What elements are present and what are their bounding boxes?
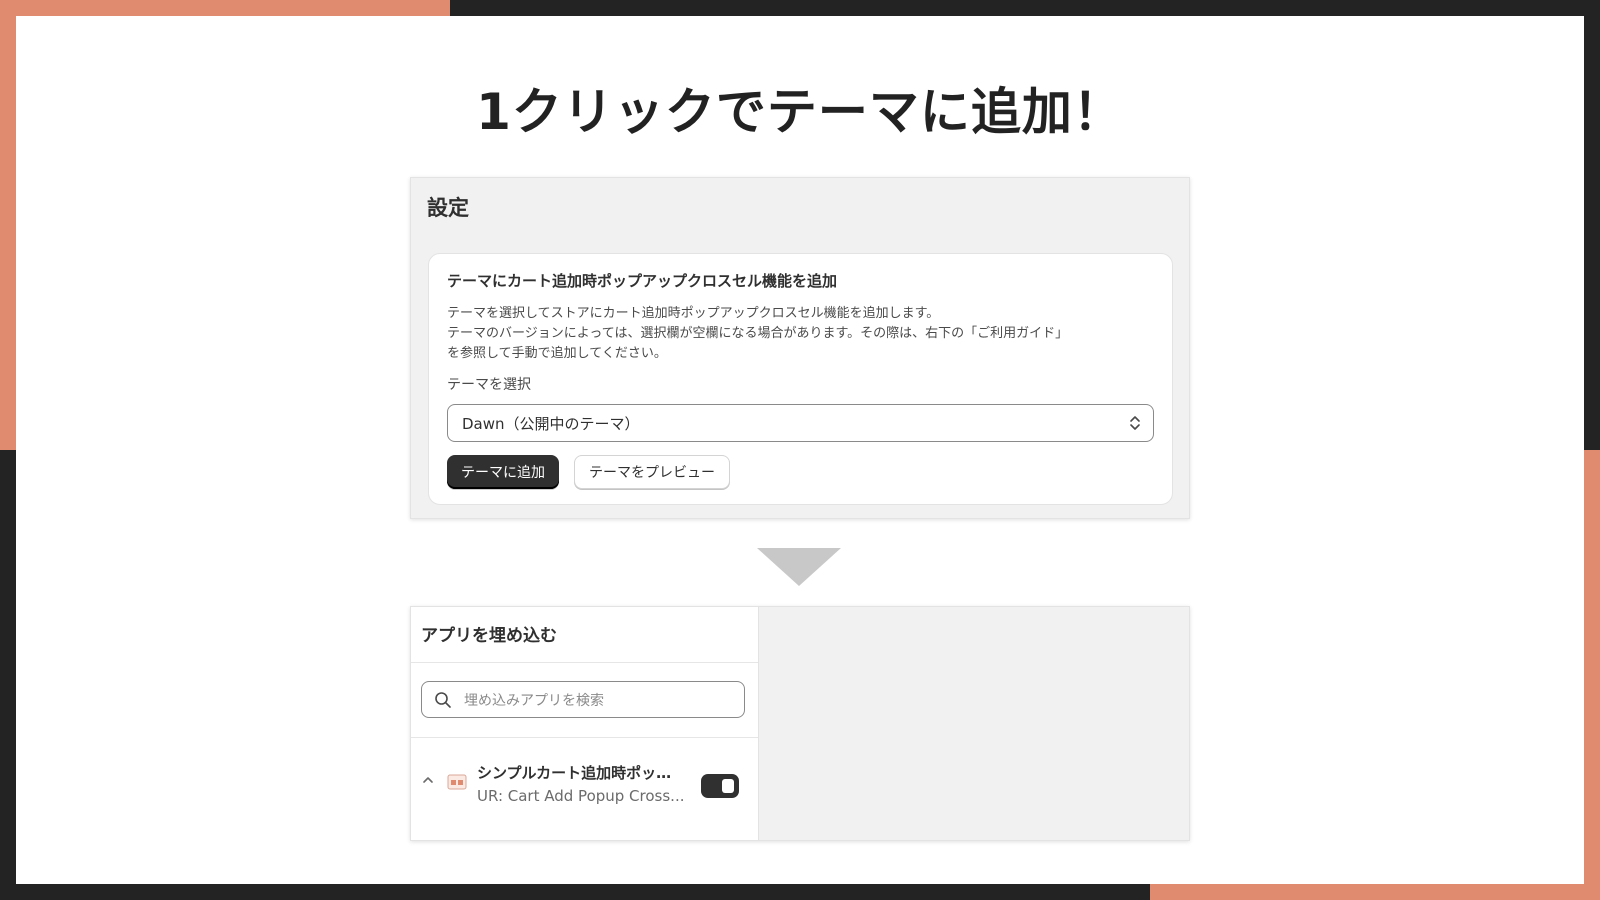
app-embed-title: アプリを埋め込む <box>421 626 557 646</box>
app-subtitle: UR: Cart Add Popup Cross... <box>477 787 685 805</box>
search-input[interactable]: 埋め込みアプリを検索 <box>421 681 745 718</box>
divider <box>411 737 758 738</box>
headline: 1クリックでテーマに追加！ <box>476 83 1124 141</box>
app-enable-toggle[interactable] <box>701 774 739 798</box>
app-embed-row: シンプルカート追加時ポッ… UR: Cart Add Popup Cross..… <box>411 742 758 822</box>
app-embed-sidebar: アプリを埋め込む 埋め込みアプリを検索 シンプルカート追加時ポッ… UR: Ca… <box>411 607 759 840</box>
theme-select-value: Dawn（公開中のテーマ） <box>462 414 640 433</box>
card-description: テーマを選択してストアにカート追加時ポップアップクロスセル機能を追加します。 テ… <box>447 304 1147 364</box>
settings-panel: 設定 テーマにカート追加時ポップアップクロスセル機能を追加 テーマを選択してスト… <box>410 177 1190 519</box>
preview-theme-button[interactable]: テーマをプレビュー <box>574 455 730 489</box>
app-block-icon <box>447 774 467 790</box>
settings-title: 設定 <box>427 196 469 220</box>
down-arrow-icon <box>757 548 841 586</box>
card-title: テーマにカート追加時ポップアップクロスセル機能を追加 <box>447 272 838 290</box>
chevron-up-icon[interactable] <box>422 775 434 785</box>
divider <box>411 662 758 663</box>
add-to-theme-button[interactable]: テーマに追加 <box>447 455 559 489</box>
toggle-knob <box>722 779 734 793</box>
theme-select[interactable]: Dawn（公開中のテーマ） <box>447 404 1154 442</box>
app-embed-panel: アプリを埋め込む 埋め込みアプリを検索 シンプルカート追加時ポッ… UR: Ca… <box>410 606 1190 841</box>
theme-select-label: テーマを選択 <box>447 377 531 393</box>
search-placeholder: 埋め込みアプリを検索 <box>464 692 604 709</box>
description-line: を参照して手動で追加してください。 <box>447 346 667 361</box>
search-icon <box>435 691 451 708</box>
description-line: テーマのバージョンによっては、選択欄が空欄になる場合があります。その際は、右下の… <box>447 326 1069 341</box>
add-feature-card: テーマにカート追加時ポップアップクロスセル機能を追加 テーマを選択してストアにカ… <box>428 253 1173 505</box>
description-line: テーマを選択してストアにカート追加時ポップアップクロスセル機能を追加します。 <box>447 306 940 321</box>
app-name: シンプルカート追加時ポッ… <box>477 764 672 782</box>
select-chevron-icon <box>1130 416 1140 430</box>
